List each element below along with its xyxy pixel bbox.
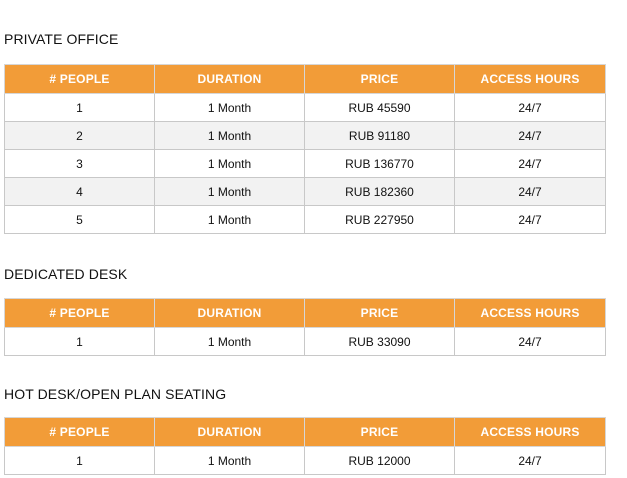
cell-access-hours: 24/7 (454, 205, 606, 234)
table-header-row: # PEOPLE DURATION PRICE ACCESS HOURS (4, 298, 606, 328)
cell-people: 3 (4, 149, 155, 178)
table-row: 1 1 Month RUB 33090 24/7 (4, 327, 606, 356)
cell-duration: 1 Month (154, 205, 305, 234)
dedicated-desk-table: # PEOPLE DURATION PRICE ACCESS HOURS 1 1… (4, 298, 606, 356)
cell-people: 5 (4, 205, 155, 234)
column-header-access-hours: ACCESS HOURS (454, 64, 606, 94)
cell-access-hours: 24/7 (454, 446, 606, 475)
hot-desk-table: # PEOPLE DURATION PRICE ACCESS HOURS 1 1… (4, 417, 606, 475)
table-row: 1 1 Month RUB 45590 24/7 (4, 93, 606, 122)
cell-access-hours: 24/7 (454, 177, 606, 206)
cell-access-hours: 24/7 (454, 149, 606, 178)
cell-access-hours: 24/7 (454, 121, 606, 150)
table-row: 1 1 Month RUB 12000 24/7 (4, 446, 606, 475)
cell-price: RUB 33090 (304, 327, 455, 356)
cell-price: RUB 227950 (304, 205, 455, 234)
cell-people: 1 (4, 327, 155, 356)
column-header-price: PRICE (304, 298, 455, 328)
column-header-access-hours: ACCESS HOURS (454, 298, 606, 328)
table-row: 5 1 Month RUB 227950 24/7 (4, 205, 606, 234)
table-row: 4 1 Month RUB 182360 24/7 (4, 177, 606, 206)
cell-people: 1 (4, 93, 155, 122)
cell-duration: 1 Month (154, 446, 305, 475)
column-header-price: PRICE (304, 417, 455, 447)
section-title-private-office: PRIVATE OFFICE (4, 31, 119, 47)
private-office-table: # PEOPLE DURATION PRICE ACCESS HOURS 1 1… (4, 64, 606, 234)
table-row: 2 1 Month RUB 91180 24/7 (4, 121, 606, 150)
table-header-row: # PEOPLE DURATION PRICE ACCESS HOURS (4, 64, 606, 94)
column-header-duration: DURATION (154, 417, 305, 447)
cell-duration: 1 Month (154, 149, 305, 178)
section-title-hot-desk: HOT DESK/OPEN PLAN SEATING (4, 386, 227, 402)
column-header-people: # PEOPLE (4, 64, 155, 94)
column-header-duration: DURATION (154, 64, 305, 94)
cell-duration: 1 Month (154, 93, 305, 122)
cell-people: 1 (4, 446, 155, 475)
cell-price: RUB 12000 (304, 446, 455, 475)
cell-price: RUB 91180 (304, 121, 455, 150)
cell-price: RUB 136770 (304, 149, 455, 178)
column-header-people: # PEOPLE (4, 417, 155, 447)
column-header-price: PRICE (304, 64, 455, 94)
table-header-row: # PEOPLE DURATION PRICE ACCESS HOURS (4, 417, 606, 447)
cell-duration: 1 Month (154, 177, 305, 206)
cell-access-hours: 24/7 (454, 327, 606, 356)
cell-duration: 1 Month (154, 327, 305, 356)
table-row: 3 1 Month RUB 136770 24/7 (4, 149, 606, 178)
cell-price: RUB 182360 (304, 177, 455, 206)
column-header-people: # PEOPLE (4, 298, 155, 328)
cell-people: 2 (4, 121, 155, 150)
column-header-access-hours: ACCESS HOURS (454, 417, 606, 447)
cell-duration: 1 Month (154, 121, 305, 150)
cell-people: 4 (4, 177, 155, 206)
section-title-dedicated-desk: DEDICATED DESK (4, 266, 128, 282)
cell-price: RUB 45590 (304, 93, 455, 122)
cell-access-hours: 24/7 (454, 93, 606, 122)
column-header-duration: DURATION (154, 298, 305, 328)
